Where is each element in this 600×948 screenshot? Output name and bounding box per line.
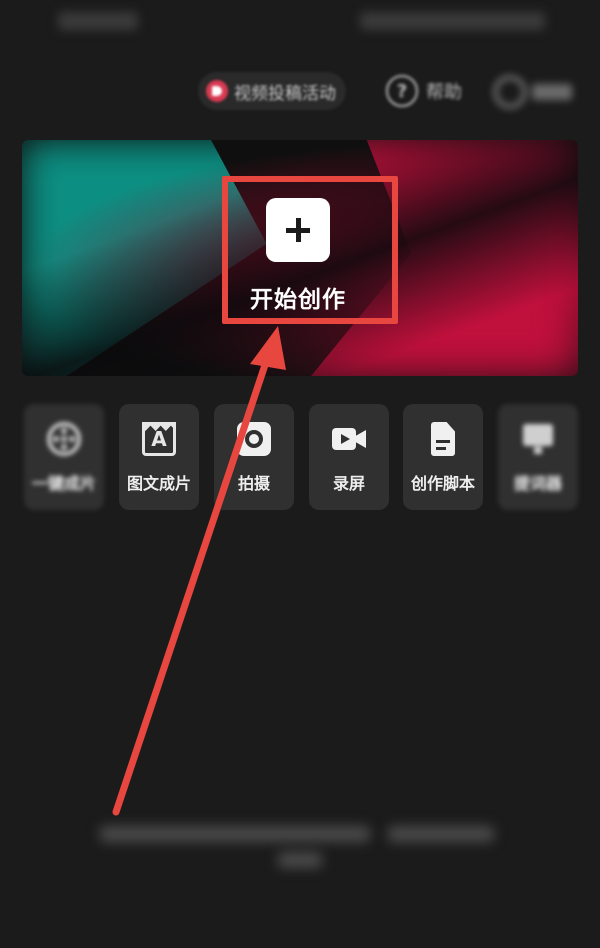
tool-label: 录屏	[332, 474, 365, 493]
bottom-placeholder-text-2	[278, 852, 322, 868]
tool-one-click-video[interactable]: 一键成片	[24, 404, 104, 510]
annotation-highlight-box	[222, 176, 398, 324]
gear-icon	[494, 76, 526, 108]
tool-screen-record[interactable]: 录屏	[309, 404, 389, 510]
activity-label: 视频投稿活动	[234, 83, 336, 104]
settings-label	[532, 84, 572, 100]
quick-tools-row: 一键成片 A 图文成片 拍摄 录屏 创作脚本 提词器	[0, 404, 600, 512]
top-bar: 视频投稿活动 ? 帮助	[0, 72, 600, 114]
status-bar	[0, 0, 600, 40]
tool-label: 创作脚本	[410, 474, 475, 493]
tool-teleprompter[interactable]: 提词器	[498, 404, 578, 510]
film-reel-icon	[47, 422, 81, 456]
tool-text-to-video[interactable]: A 图文成片	[119, 404, 199, 510]
screen-record-icon	[332, 422, 366, 456]
tool-label: 拍摄	[237, 474, 270, 493]
text-to-video-icon: A	[142, 422, 176, 456]
script-doc-icon	[426, 422, 460, 456]
bottom-placeholder-text	[100, 826, 370, 842]
camera-icon	[237, 422, 271, 456]
settings-button[interactable]	[494, 74, 572, 110]
status-time	[58, 12, 138, 30]
tool-creation-script[interactable]: 创作脚本	[403, 404, 483, 510]
tool-label: 图文成片	[126, 474, 191, 493]
tool-label: 提词器	[513, 474, 562, 493]
tool-shoot[interactable]: 拍摄	[214, 404, 294, 510]
megaphone-icon	[206, 80, 228, 102]
teleprompter-icon	[521, 422, 555, 456]
help-icon: ?	[386, 75, 418, 107]
help-button[interactable]: ? 帮助	[386, 72, 462, 110]
bottom-placeholder-link	[388, 826, 494, 842]
tool-label: 一键成片	[31, 474, 96, 493]
video-submission-activity-button[interactable]: 视频投稿活动	[198, 72, 346, 110]
status-icons	[360, 12, 545, 30]
help-label: 帮助	[426, 82, 462, 103]
